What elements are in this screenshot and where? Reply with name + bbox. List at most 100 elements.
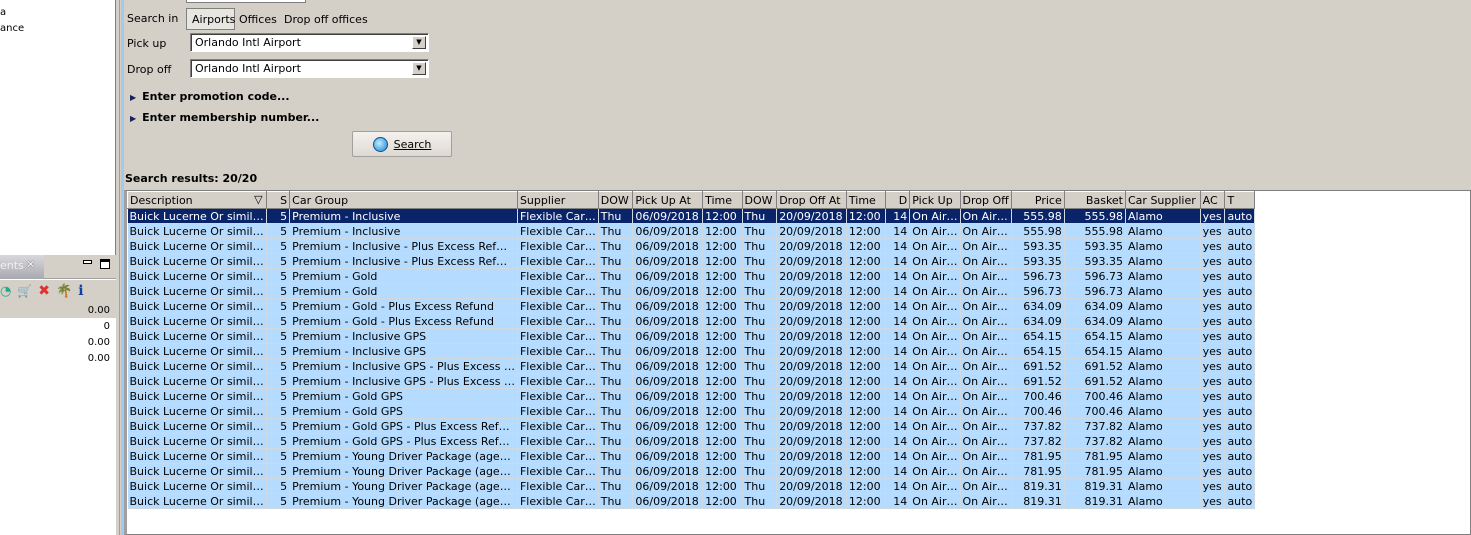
membership-expander[interactable]: ▶ Enter membership number... — [130, 111, 319, 124]
table-cell: 20/09/2018 — [776, 388, 847, 404]
column-header[interactable]: AC — [1199, 191, 1226, 209]
column-header[interactable]: Pick Up — [909, 191, 961, 209]
table-cell: yes — [1200, 283, 1226, 299]
table-row[interactable]: Buick Lucerne Or simil… 5 Premium - Inclus… — [127, 373, 1470, 389]
dropoff-select[interactable]: Orlando Intl Airport ▼ — [190, 59, 429, 78]
splitter[interactable] — [116, 0, 120, 535]
top-field[interactable] — [186, 0, 306, 3]
table-row[interactable]: Buick Lucerne Or simil… 5 Premium - Gold Fl… — [127, 283, 1470, 299]
maximize-icon[interactable] — [100, 259, 110, 269]
table-cell: 5 — [266, 448, 291, 464]
table-cell: Premium - Young Driver Package (age… — [289, 448, 518, 464]
table-row[interactable]: Buick Lucerne Or simil… 5 Premium - Inclus… — [127, 343, 1470, 359]
tab-offices[interactable]: Offices — [239, 13, 277, 26]
column-header[interactable]: Supplier — [516, 191, 599, 209]
panel-tab[interactable]: ents — [0, 255, 44, 279]
table-row[interactable]: Buick Lucerne Or simil… 5 Premium - Gold G… — [127, 403, 1470, 419]
table-cell: Thu — [598, 433, 634, 449]
table-cell: 14 — [885, 358, 911, 374]
table-cell: 700.46 — [1064, 388, 1127, 404]
chevron-down-icon[interactable]: ▼ — [412, 36, 426, 49]
table-cell: 14 — [885, 223, 911, 239]
table-cell: 5 — [266, 388, 291, 404]
table-cell: 819.31 — [1064, 478, 1127, 494]
table-row[interactable]: Buick Lucerne Or simil… 5 Premium - Gold -… — [127, 298, 1470, 314]
table-row[interactable]: Buick Lucerne Or simil… 5 Premium - Young … — [127, 448, 1470, 464]
table-cell: auto — [1224, 493, 1256, 509]
table-cell: 12:00 — [702, 298, 743, 314]
table-row[interactable]: Buick Lucerne Or simil… 5 Premium - Gold G… — [127, 433, 1470, 449]
column-header[interactable]: Drop Off — [959, 191, 1012, 209]
table-cell: Premium - Gold GPS — [289, 388, 518, 404]
info-icon[interactable]: i — [78, 283, 83, 299]
column-header[interactable]: S — [265, 191, 291, 209]
table-row[interactable]: Buick Lucerne Or simil… 5 Premium - Gold -… — [127, 313, 1470, 329]
column-header[interactable]: Price — [1010, 191, 1065, 209]
table-row[interactable]: Buick Lucerne Or simil… 5 Premium - Inclus… — [127, 358, 1470, 374]
table-cell: Flexible Car… — [517, 433, 599, 449]
column-header[interactable]: DOW — [741, 191, 778, 209]
delete-icon[interactable]: ✖ — [38, 283, 50, 299]
table-cell: Premium - Young Driver Package (age… — [289, 478, 518, 494]
filler-header — [1254, 191, 1470, 209]
table-cell: 12:00 — [846, 343, 887, 359]
table-row[interactable]: Buick Lucerne Or simil… 5 Premium - Gold G… — [127, 418, 1470, 434]
table-row[interactable]: Buick Lucerne Or simil… 5 Premium - Gold G… — [127, 388, 1470, 404]
table-cell: Thu — [742, 493, 778, 509]
table-cell: 14 — [885, 433, 911, 449]
column-header[interactable]: T — [1224, 191, 1256, 209]
table-cell: On Air… — [909, 253, 961, 269]
cart-arrow-icon[interactable]: 🛒 — [17, 284, 32, 298]
promotion-expander[interactable]: ▶ Enter promotion code... — [130, 90, 290, 103]
table-cell: 12:00 — [846, 388, 887, 404]
clock-refresh-icon[interactable]: ◔ — [0, 284, 11, 299]
column-header[interactable]: Basket — [1063, 191, 1127, 209]
tree-item[interactable]: ance — [0, 23, 24, 34]
table-cell: On Air… — [960, 208, 1012, 224]
chevron-down-icon[interactable]: ▼ — [412, 62, 426, 75]
palm-tree-icon[interactable]: 🌴 — [56, 284, 72, 299]
close-icon[interactable]: ✕ — [26, 258, 35, 271]
table-cell: Alamo — [1125, 403, 1201, 419]
table-row[interactable]: Buick Lucerne Or simil… 5 Premium - Young … — [127, 478, 1470, 494]
column-header[interactable]: Car Supplier — [1125, 191, 1201, 209]
table-row[interactable]: Buick Lucerne Or simil… 5 Premium - Inclus… — [127, 238, 1470, 254]
table-row[interactable]: Buick Lucerne Or simil… 5 Premium - Inclus… — [127, 328, 1470, 344]
table-cell: 5 — [266, 328, 291, 344]
table-cell: 20/09/2018 — [776, 253, 847, 269]
left-panel-tabbar: ents ✕ — [0, 255, 116, 279]
filter-icon[interactable]: ▽ — [254, 193, 262, 206]
column-header[interactable]: Description ▽ — [127, 191, 267, 209]
table-cell: Alamo — [1125, 313, 1201, 329]
table-cell: Flexible Car… — [517, 343, 599, 359]
tab-airports[interactable]: Airports — [186, 8, 235, 30]
table-cell: 12:00 — [702, 208, 743, 224]
table-cell: 14 — [885, 253, 911, 269]
table-cell: 06/09/2018 — [632, 448, 704, 464]
table-row[interactable]: Buick Lucerne Or simil… 5 Premium - Inclus… — [127, 253, 1470, 269]
table-row[interactable]: Buick Lucerne Or simil… 5 Premium - Inclus… — [127, 223, 1470, 239]
table-row[interactable]: Buick Lucerne Or simil… 5 Premium - Gold Fl… — [127, 268, 1470, 284]
table-row[interactable]: Buick Lucerne Or simil… 5 Premium - Inclus… — [127, 208, 1470, 224]
minimize-icon[interactable] — [83, 260, 92, 264]
pickup-select[interactable]: Orlando Intl Airport ▼ — [190, 33, 429, 52]
promotion-label: Enter promotion code... — [142, 90, 290, 103]
value-cell: 0 — [103, 321, 110, 332]
table-row[interactable]: Buick Lucerne Or simil… 5 Premium - Young … — [127, 493, 1470, 509]
column-header[interactable]: Time — [845, 191, 887, 209]
tab-drop-off-offices[interactable]: Drop off offices — [284, 13, 368, 26]
table-cell: 06/09/2018 — [632, 463, 704, 479]
filler-cell — [1254, 223, 1470, 239]
table-cell: 5 — [266, 238, 291, 254]
column-header[interactable]: Drop Off At — [776, 191, 847, 209]
table-row[interactable]: Buick Lucerne Or simil… 5 Premium - Young … — [127, 463, 1470, 479]
table-cell: Buick Lucerne Or simil… — [127, 493, 267, 509]
column-header[interactable]: Time — [702, 191, 743, 209]
filler-cell — [1254, 253, 1470, 269]
column-header[interactable]: Car Group — [289, 191, 518, 209]
column-header[interactable]: D — [885, 191, 911, 209]
column-header[interactable]: Pick Up At — [632, 191, 704, 209]
tree-item[interactable]: a — [0, 7, 6, 18]
search-button[interactable]: Search — [352, 131, 452, 157]
column-header[interactable]: DOW — [597, 191, 634, 209]
